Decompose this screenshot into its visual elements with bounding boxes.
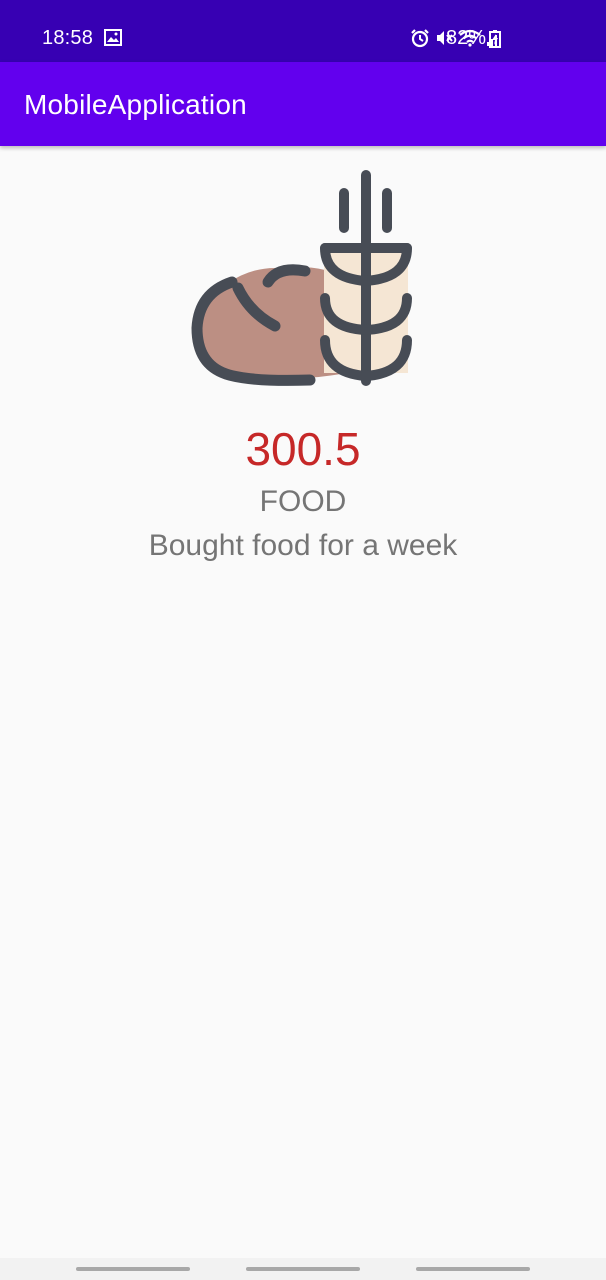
status-bar: 18:58 82% — [0, 0, 606, 62]
app-bar: MobileApplication — [0, 62, 606, 146]
navigation-bar — [0, 1258, 606, 1280]
bread-wheat-icon — [191, 170, 412, 386]
battery-charging-icon — [489, 30, 501, 48]
back-button[interactable] — [416, 1267, 530, 1271]
recent-apps-button[interactable] — [76, 1267, 190, 1271]
home-button[interactable] — [246, 1267, 360, 1271]
status-time: 18:58 — [42, 27, 94, 49]
expense-description: Bought food for a week — [148, 529, 458, 562]
gallery-icon — [104, 29, 122, 46]
app-title: MobileApplication — [24, 89, 247, 120]
expense-amount: 300.5 — [245, 423, 361, 475]
battery-percentage: 82% — [446, 27, 487, 49]
alarm-icon — [411, 29, 429, 48]
expense-category: FOOD — [259, 485, 347, 518]
